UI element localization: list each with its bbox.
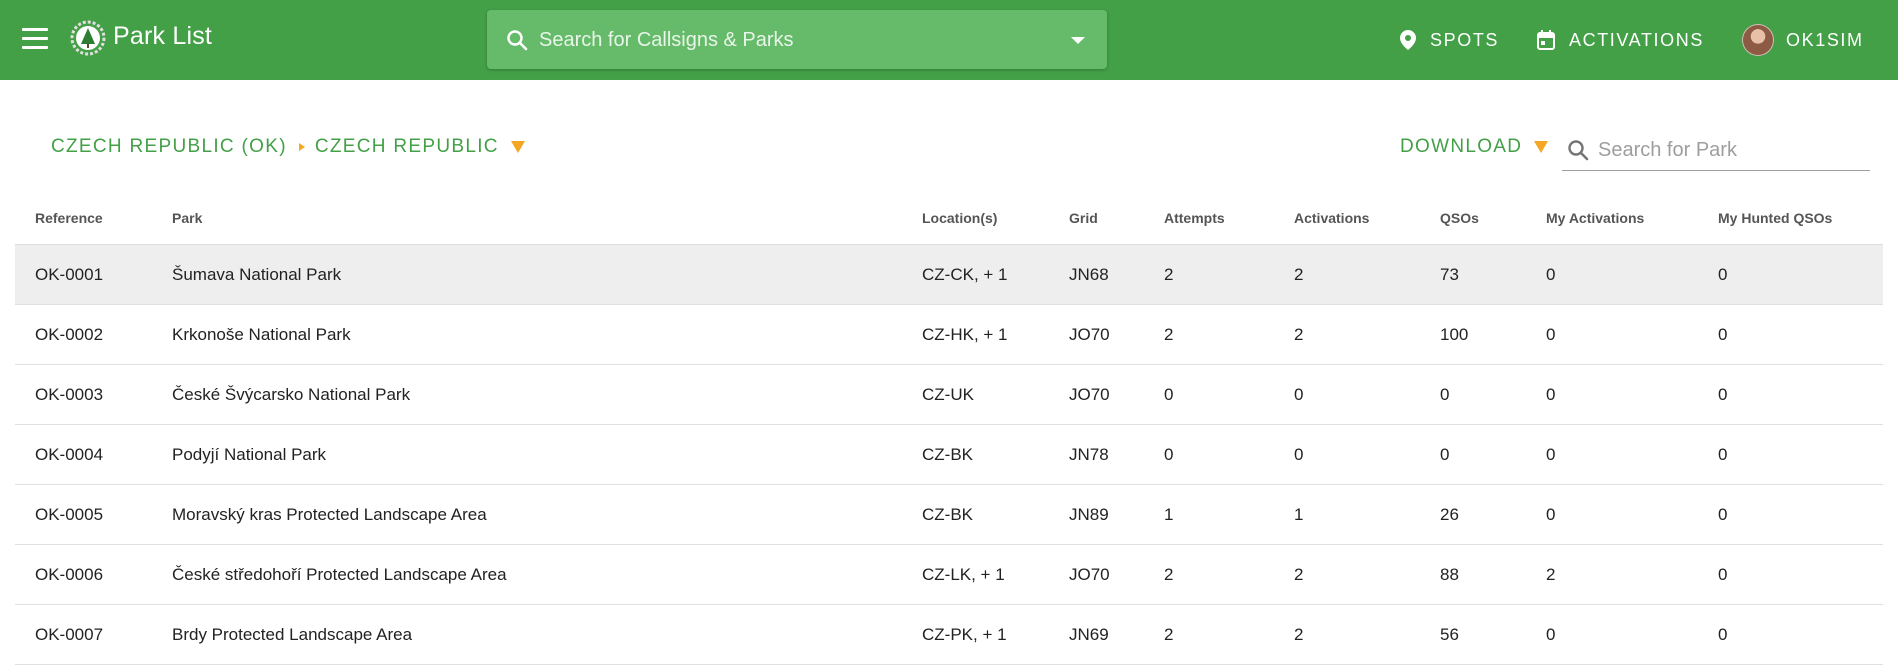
callsign-park-search[interactable]	[487, 10, 1107, 69]
cell-attempts: 0	[1144, 364, 1274, 425]
park-search[interactable]	[1562, 130, 1870, 171]
column-header-activations[interactable]: Activations	[1274, 191, 1420, 245]
cell-locations: CZ-CK, + 1	[902, 244, 1049, 305]
cell-locations: CZ-BK	[902, 484, 1049, 545]
cell-my-hunted-qsos: 0	[1698, 484, 1883, 545]
cell-grid: JN68	[1049, 244, 1144, 305]
nav-activations-label: ACTIVATIONS	[1569, 29, 1704, 50]
menu-icon[interactable]	[22, 28, 48, 50]
cell-grid: JO70	[1049, 304, 1144, 365]
cell-grid: JN78	[1049, 424, 1144, 485]
nav-spots-button[interactable]: SPOTS	[1400, 20, 1499, 60]
cell-locations: CZ-LK, + 1	[902, 544, 1049, 605]
cell-my-activations: 0	[1526, 304, 1698, 365]
cell-grid: JO70	[1049, 364, 1144, 425]
cell-reference[interactable]: OK-0004	[15, 424, 152, 485]
cell-reference[interactable]: OK-0005	[15, 484, 152, 545]
breadcrumb: CZECH REPUBLIC (OK) CZECH REPUBLIC	[51, 134, 525, 160]
cell-reference[interactable]: OK-0002	[15, 304, 152, 365]
cell-my-activations: 2	[1526, 544, 1698, 605]
cell-park-name[interactable]: Moravský kras Protected Landscape Area	[152, 484, 902, 545]
cell-grid: JO70	[1049, 544, 1144, 605]
cell-my-hunted-qsos: 0	[1698, 244, 1883, 305]
download-label: DOWNLOAD	[1400, 136, 1523, 157]
column-header-my-hunted-qsos[interactable]: My Hunted QSOs	[1698, 191, 1883, 245]
callsign-park-search-input[interactable]	[537, 22, 1041, 58]
cell-my-hunted-qsos: 0	[1698, 544, 1883, 605]
column-header-grid[interactable]: Grid	[1049, 191, 1144, 245]
cell-qsos: 73	[1420, 244, 1526, 305]
cell-my-activations: 0	[1526, 484, 1698, 545]
cell-qsos: 0	[1420, 424, 1526, 485]
cell-qsos: 0	[1420, 364, 1526, 425]
column-header-locations[interactable]: Location(s)	[902, 191, 1049, 245]
cell-attempts: 2	[1144, 244, 1274, 305]
cell-my-hunted-qsos: 0	[1698, 364, 1883, 425]
search-dropdown-caret-icon[interactable]	[1071, 37, 1085, 44]
nav-spots-label: SPOTS	[1430, 29, 1500, 50]
table-row[interactable]: OK-0005 Moravský kras Protected Landscap…	[15, 484, 1883, 545]
cell-qsos: 88	[1420, 544, 1526, 605]
breadcrumb-separator-icon	[298, 143, 305, 151]
cell-activations: 2	[1274, 244, 1420, 305]
cell-my-activations: 0	[1526, 364, 1698, 425]
cell-park-name[interactable]: Krkonoše National Park	[152, 304, 902, 365]
column-header-park[interactable]: Park	[152, 191, 902, 245]
cell-park-name[interactable]: České Švýcarsko National Park	[152, 364, 902, 425]
download-caret-icon	[1534, 141, 1549, 153]
table-row[interactable]: OK-0001 Šumava National Park CZ-CK, + 1 …	[15, 244, 1883, 305]
calendar-icon	[1537, 30, 1555, 50]
map-pin-icon	[1400, 30, 1416, 50]
cell-grid: JN89	[1049, 484, 1144, 545]
cell-reference[interactable]: OK-0001	[15, 244, 152, 305]
nav-activations-button[interactable]: ACTIVATIONS	[1537, 20, 1704, 60]
column-header-reference[interactable]: Reference	[15, 191, 152, 245]
cell-attempts: 2	[1144, 304, 1274, 365]
table-row[interactable]: OK-0006 České středohoří Protected Lands…	[15, 544, 1883, 605]
cell-my-hunted-qsos: 0	[1698, 424, 1883, 485]
cell-locations: CZ-HK, + 1	[902, 304, 1049, 365]
table-row[interactable]: OK-0004 Podyjí National Park CZ-BK JN78 …	[15, 424, 1883, 485]
cell-my-activations: 0	[1526, 424, 1698, 485]
breadcrumb-country-entity[interactable]: CZECH REPUBLIC (OK)	[51, 136, 287, 158]
column-header-qsos[interactable]: QSOs	[1420, 191, 1526, 245]
cell-activations: 0	[1274, 364, 1420, 425]
park-search-input[interactable]	[1596, 134, 1860, 166]
user-menu-button[interactable]: OK1SIM	[1742, 20, 1864, 60]
cell-locations: CZ-UK	[902, 364, 1049, 425]
cell-my-hunted-qsos: 0	[1698, 304, 1883, 365]
column-header-attempts[interactable]: Attempts	[1144, 191, 1274, 245]
location-dropdown-caret-icon[interactable]	[510, 141, 525, 153]
cell-activations: 2	[1274, 304, 1420, 365]
cell-qsos: 26	[1420, 484, 1526, 545]
table-header-row: Reference Park Location(s) Grid Attempts…	[15, 191, 1883, 245]
avatar	[1742, 24, 1774, 56]
cell-attempts: 1	[1144, 484, 1274, 545]
column-header-my-activations[interactable]: My Activations	[1526, 191, 1698, 245]
breadcrumb-location[interactable]: CZECH REPUBLIC	[315, 136, 499, 158]
cell-park-name[interactable]: Podyjí National Park	[152, 424, 902, 485]
app-title: Park List	[113, 22, 213, 50]
user-callsign: OK1SIM	[1786, 29, 1864, 50]
cell-qsos: 100	[1420, 304, 1526, 365]
cell-activations: 0	[1274, 424, 1420, 485]
cell-activations: 2	[1274, 544, 1420, 605]
cell-park-name[interactable]: Šumava National Park	[152, 244, 902, 305]
download-button[interactable]: DOWNLOAD	[1400, 134, 1549, 160]
cell-attempts: 2	[1144, 544, 1274, 605]
table-row[interactable]: OK-0002 Krkonoše National Park CZ-HK, + …	[15, 304, 1883, 365]
search-icon	[1568, 140, 1589, 161]
cell-attempts: 0	[1144, 424, 1274, 485]
app-bar: Park List SPOTS ACTIVATIONS OK1SIM	[0, 0, 1898, 80]
cell-activations: 1	[1274, 484, 1420, 545]
search-icon	[507, 30, 528, 51]
parks-table: Reference Park Location(s) Grid Attempts…	[15, 191, 1883, 665]
cell-reference[interactable]: OK-0006	[15, 544, 152, 605]
cell-reference[interactable]: OK-0003	[15, 364, 152, 425]
cell-park-name[interactable]: České středohoří Protected Landscape Are…	[152, 544, 902, 605]
table-row[interactable]: OK-0003 České Švýcarsko National Park CZ…	[15, 364, 1883, 425]
cell-locations: CZ-BK	[902, 424, 1049, 485]
pota-logo-icon	[70, 20, 106, 56]
cell-my-activations: 0	[1526, 244, 1698, 305]
